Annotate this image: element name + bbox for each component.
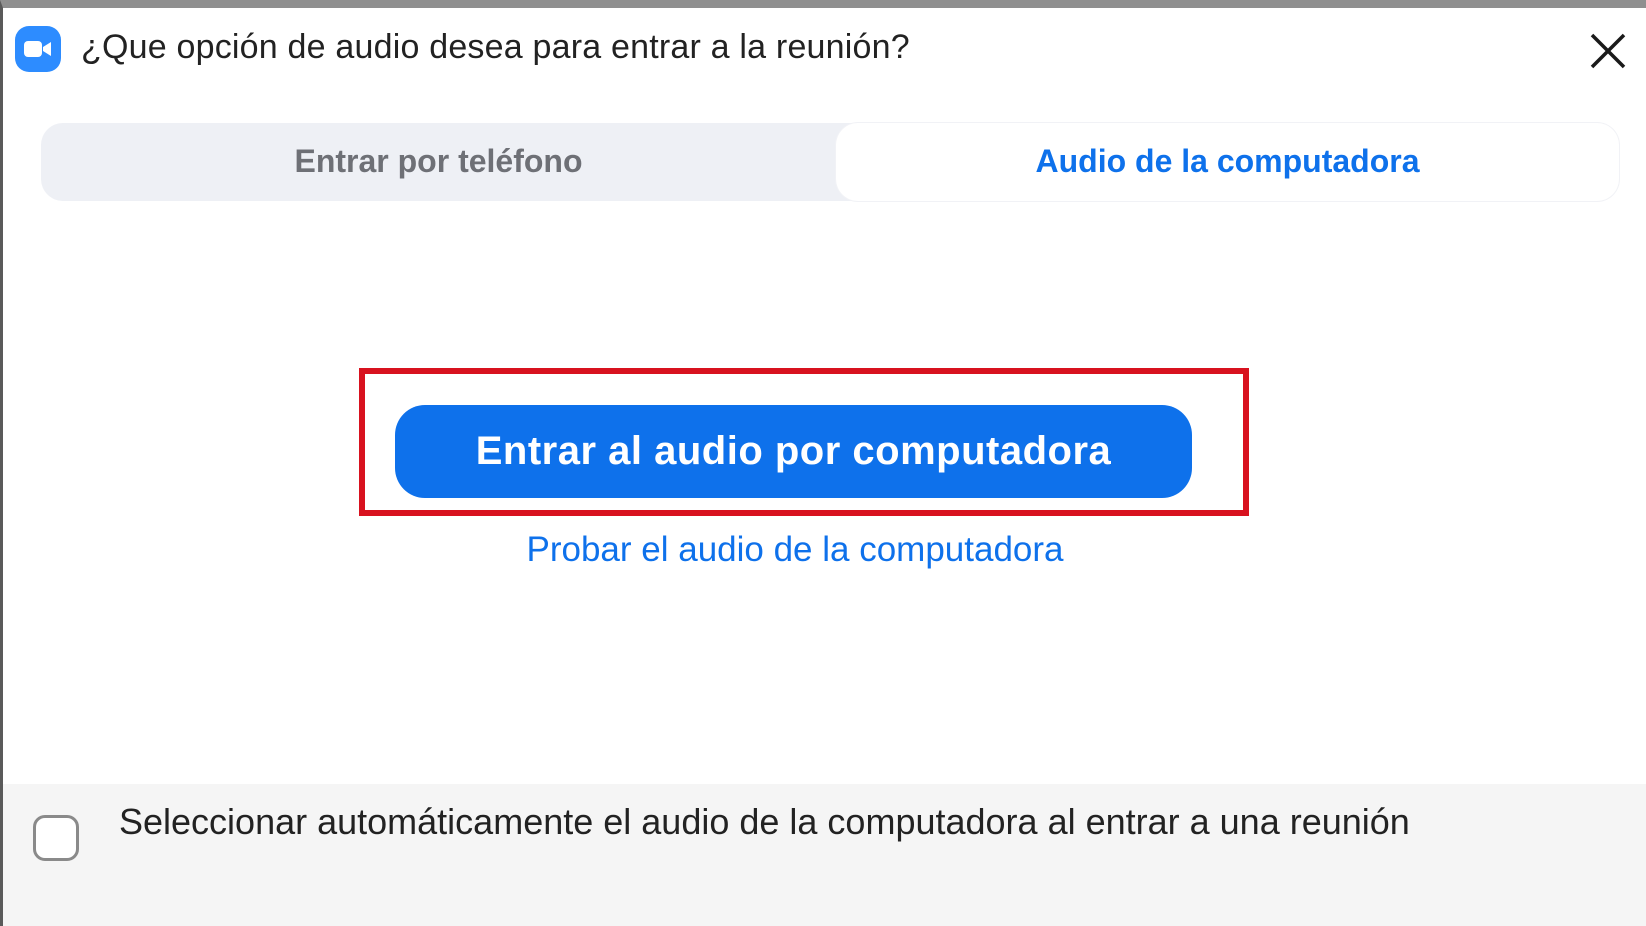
auto-select-checkbox[interactable]	[33, 815, 79, 861]
audio-mode-tabs: Entrar por teléfono Audio de la computad…	[41, 123, 1619, 201]
dialog-title: ¿Que opción de audio desea para entrar a…	[81, 28, 910, 66]
tab-phone[interactable]: Entrar por teléfono	[41, 123, 836, 201]
join-computer-audio-button[interactable]: Entrar al audio por computadora	[395, 405, 1192, 498]
tab-computer-audio[interactable]: Audio de la computadora	[836, 123, 1619, 201]
footer: Seleccionar automáticamente el audio de …	[3, 784, 1646, 926]
title-bar: ¿Que opción de audio desea para entrar a…	[3, 8, 1646, 98]
auto-select-label[interactable]: Seleccionar automáticamente el audio de …	[119, 796, 1579, 848]
close-icon	[1590, 33, 1626, 69]
zoom-camera-icon	[15, 26, 61, 72]
audio-options-dialog: ¿Que opción de audio desea para entrar a…	[0, 0, 1646, 926]
test-computer-audio-link[interactable]: Probar el audio de la computadora	[443, 530, 1147, 570]
close-button[interactable]	[1583, 26, 1633, 76]
camera-glyph	[24, 41, 51, 57]
